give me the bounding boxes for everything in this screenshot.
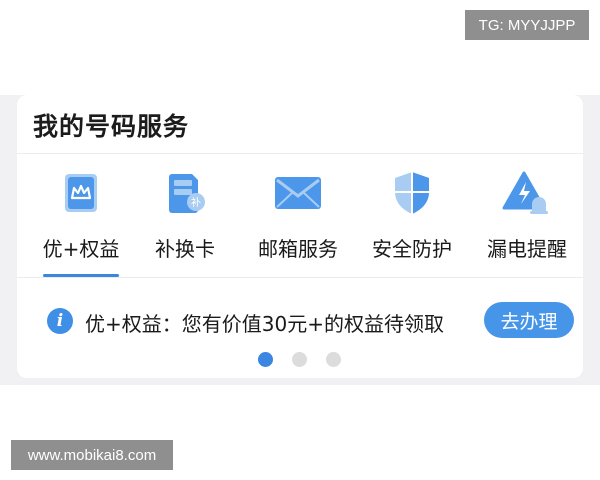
notice-text: 优+权益：您有价值30元+的权益待领取 — [85, 312, 444, 336]
pager-dot[interactable] — [292, 352, 307, 367]
service-label: 优+权益 — [42, 237, 120, 261]
sim-card-icon: 补 — [157, 165, 213, 221]
mail-envelope-icon — [270, 165, 326, 221]
benefit-notice: i 优+权益：您有价值30元+的权益待领取 去办理 — [47, 300, 577, 340]
service-label: 邮箱服务 — [258, 237, 338, 261]
handle-button[interactable]: 去办理 — [484, 302, 574, 338]
info-icon: i — [47, 308, 73, 334]
divider — [17, 277, 583, 278]
number-services-card: 我的号码服务 优+权益 补 补换卡 邮箱服务 安全防护 漏电提醒 i 优+权益：… — [17, 95, 583, 378]
shield-icon — [384, 165, 440, 221]
service-benefits[interactable]: 优+权益 — [26, 165, 136, 275]
service-security[interactable]: 安全防护 — [357, 165, 467, 275]
watermark-bottom: www.mobikai8.com — [11, 440, 173, 470]
service-mailbox[interactable]: 邮箱服务 — [243, 165, 353, 275]
service-label: 补换卡 — [155, 237, 215, 261]
service-label: 漏电提醒 — [487, 237, 567, 261]
divider — [17, 153, 583, 154]
crown-card-icon — [53, 165, 109, 221]
services-grid: 优+权益 补 补换卡 邮箱服务 安全防护 漏电提醒 — [17, 165, 583, 275]
alarm-warning-icon — [499, 165, 555, 221]
service-sim-replace[interactable]: 补 补换卡 — [130, 165, 240, 275]
card-title: 我的号码服务 — [33, 112, 190, 141]
svg-text:补: 补 — [191, 196, 201, 209]
carousel-pager — [258, 352, 348, 368]
service-leak-alert[interactable]: 漏电提醒 — [472, 165, 582, 275]
service-label: 安全防护 — [372, 237, 452, 261]
pager-dot[interactable] — [326, 352, 341, 367]
watermark-top: TG: MYYJJPP — [465, 10, 589, 40]
pager-dot-active[interactable] — [258, 352, 273, 367]
